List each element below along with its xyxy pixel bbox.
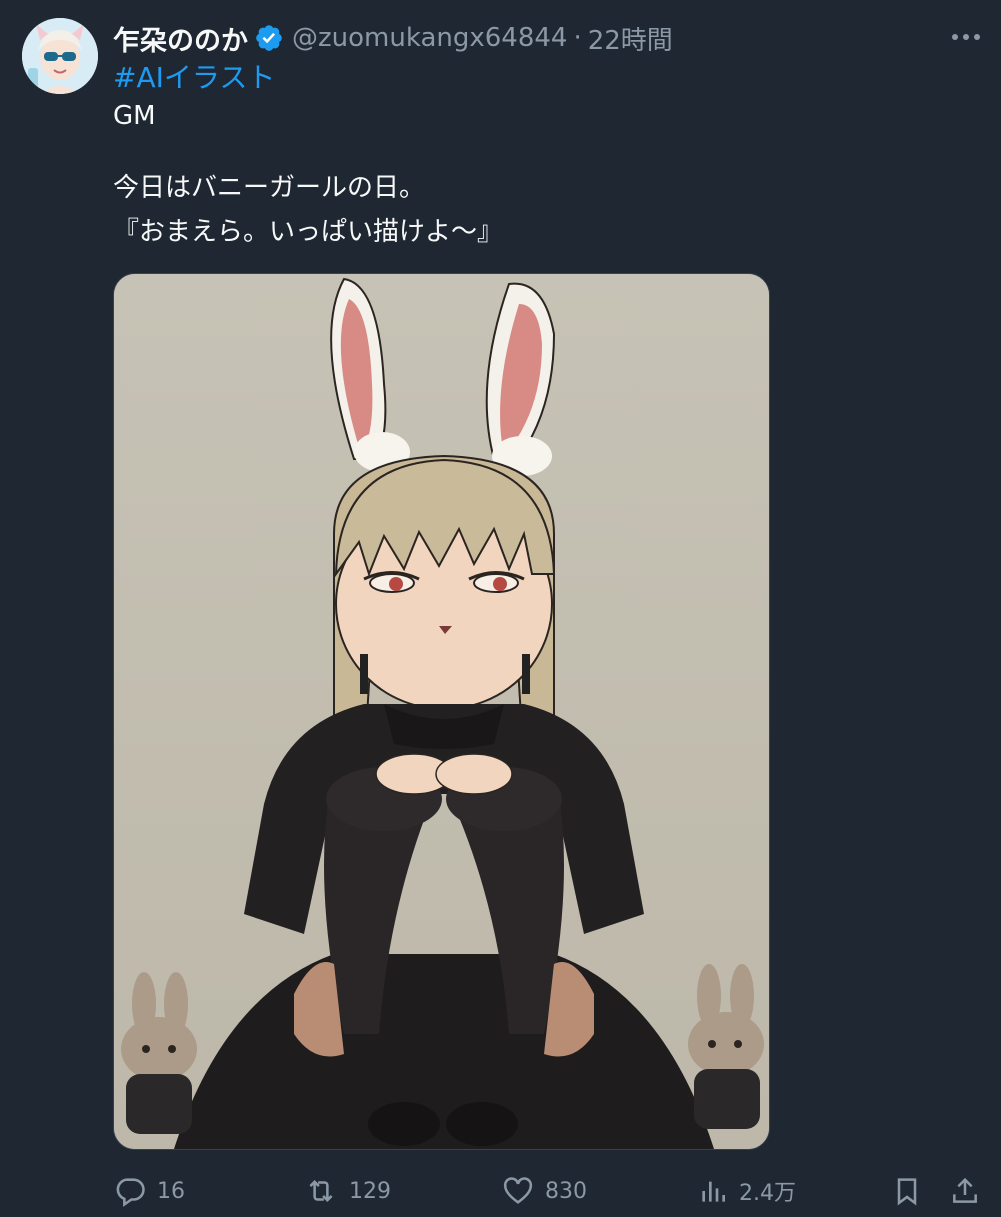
illustration-image — [114, 274, 769, 1149]
bookmark-icon — [897, 1178, 917, 1206]
retweet-button[interactable]: 129 — [303, 1166, 391, 1216]
separator: · — [573, 23, 582, 53]
tweet-text-line: GM — [113, 101, 156, 131]
reply-count: 16 — [157, 1178, 185, 1204]
share-button[interactable] — [949, 1166, 991, 1216]
action-bar: 16 129 830 2.4万 — [113, 1166, 993, 1216]
like-button[interactable]: 830 — [501, 1166, 587, 1216]
views-count: 2.4万 — [739, 1181, 796, 1206]
analytics-icon — [702, 1181, 725, 1202]
tweet: 乍朶ののか @zuomukangx64844 · 22時間 #AIイラスト GM… — [0, 0, 1001, 1217]
more-button[interactable] — [949, 22, 983, 52]
avatar[interactable] — [22, 18, 98, 94]
bookmark-button[interactable] — [891, 1166, 933, 1216]
reply-icon — [116, 1178, 145, 1207]
tweet-media-image[interactable] — [113, 273, 770, 1150]
retweet-icon — [309, 1179, 333, 1203]
retweet-count: 129 — [349, 1178, 391, 1204]
tweet-text-line: 『おまえら。いっぱい描けよ〜』 — [113, 217, 504, 247]
hashtag-link[interactable]: #AIイラスト — [113, 58, 275, 98]
like-count: 830 — [545, 1178, 587, 1204]
views-button[interactable]: 2.4万 — [697, 1166, 796, 1216]
verified-badge-icon — [254, 23, 284, 53]
more-icon — [952, 34, 980, 40]
share-icon — [953, 1177, 977, 1203]
timestamp[interactable]: 22時間 — [588, 20, 673, 57]
avatar-image — [22, 18, 98, 94]
tweet-header: 乍朶ののか @zuomukangx64844 · 22時間 — [113, 18, 673, 58]
display-name[interactable]: 乍朶ののか — [113, 19, 248, 58]
heart-icon — [503, 1177, 533, 1204]
tweet-text-line: 今日はバニーガールの日。 — [113, 173, 426, 203]
reply-button[interactable]: 16 — [113, 1166, 185, 1216]
user-handle[interactable]: @zuomukangx64844 — [292, 23, 567, 53]
